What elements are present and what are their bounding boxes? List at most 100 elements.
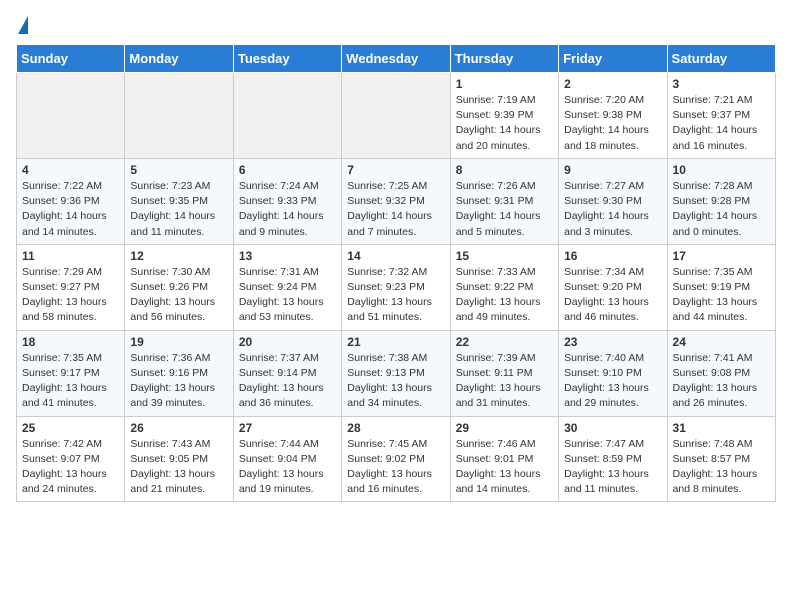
day-number: 25	[22, 421, 119, 435]
day-info: Sunrise: 7:25 AMSunset: 9:32 PMDaylight:…	[347, 179, 444, 240]
day-number: 31	[673, 421, 770, 435]
weekday-header-wednesday: Wednesday	[342, 45, 450, 73]
day-info: Sunrise: 7:21 AMSunset: 9:37 PMDaylight:…	[673, 93, 770, 154]
day-info: Sunrise: 7:26 AMSunset: 9:31 PMDaylight:…	[456, 179, 553, 240]
day-info: Sunrise: 7:36 AMSunset: 9:16 PMDaylight:…	[130, 351, 227, 412]
day-number: 9	[564, 163, 661, 177]
page-header	[16, 16, 776, 36]
day-number: 7	[347, 163, 444, 177]
calendar-header-row: SundayMondayTuesdayWednesdayThursdayFrid…	[17, 45, 776, 73]
calendar-day-cell: 12 Sunrise: 7:30 AMSunset: 9:26 PMDayligh…	[125, 244, 233, 330]
calendar-day-cell: 18Sunrise: 7:35 AMSunset: 9:17 PMDayligh…	[17, 330, 125, 416]
day-info: Sunrise: 7:45 AMSunset: 9:02 PMDaylight:…	[347, 437, 444, 498]
day-number: 26	[130, 421, 227, 435]
day-info: Sunrise: 7:42 AMSunset: 9:07 PMDaylight:…	[22, 437, 119, 498]
calendar-week-row: 18Sunrise: 7:35 AMSunset: 9:17 PMDayligh…	[17, 330, 776, 416]
day-info: Sunrise: 7:19 AMSunset: 9:39 PMDaylight:…	[456, 93, 553, 154]
calendar-day-cell: 30Sunrise: 7:47 AMSunset: 8:59 PMDayligh…	[559, 416, 667, 502]
day-info: Sunrise: 7:44 AMSunset: 9:04 PMDaylight:…	[239, 437, 336, 498]
day-info: Sunrise: 7:35 AMSunset: 9:17 PMDaylight:…	[22, 351, 119, 412]
calendar-day-cell: 9 Sunrise: 7:27 AMSunset: 9:30 PMDaylight…	[559, 158, 667, 244]
weekday-header-friday: Friday	[559, 45, 667, 73]
day-number: 22	[456, 335, 553, 349]
calendar-day-cell: 5 Sunrise: 7:23 AMSunset: 9:35 PMDaylight…	[125, 158, 233, 244]
calendar-day-cell	[17, 73, 125, 159]
calendar-week-row: 11Sunrise: 7:29 AMSunset: 9:27 PMDayligh…	[17, 244, 776, 330]
calendar-day-cell: 20 Sunrise: 7:37 AMSunset: 9:14 PMDayligh…	[233, 330, 341, 416]
day-number: 8	[456, 163, 553, 177]
day-info: Sunrise: 7:48 AMSunset: 8:57 PMDaylight:…	[673, 437, 770, 498]
calendar-day-cell: 26 Sunrise: 7:43 AMSunset: 9:05 PMDayligh…	[125, 416, 233, 502]
calendar-day-cell: 29Sunrise: 7:46 AMSunset: 9:01 PMDayligh…	[450, 416, 558, 502]
day-number: 27	[239, 421, 336, 435]
calendar-day-cell: 22Sunrise: 7:39 AMSunset: 9:11 PMDayligh…	[450, 330, 558, 416]
calendar-day-cell: 24Sunrise: 7:41 AMSunset: 9:08 PMDayligh…	[667, 330, 775, 416]
day-info: Sunrise: 7:24 AMSunset: 9:33 PMDaylight:…	[239, 179, 336, 240]
calendar-day-cell: 15 Sunrise: 7:33 AMSunset: 9:22 PMDayligh…	[450, 244, 558, 330]
day-info: Sunrise: 7:23 AMSunset: 9:35 PMDaylight:…	[130, 179, 227, 240]
calendar-day-cell: 21 Sunrise: 7:38 AMSunset: 9:13 PMDayligh…	[342, 330, 450, 416]
day-info: Sunrise: 7:32 AMSunset: 9:23 PMDaylight:…	[347, 265, 444, 326]
calendar-day-cell: 23 Sunrise: 7:40 AMSunset: 9:10 PMDayligh…	[559, 330, 667, 416]
day-number: 15	[456, 249, 553, 263]
day-info: Sunrise: 7:33 AMSunset: 9:22 PMDaylight:…	[456, 265, 553, 326]
day-info: Sunrise: 7:37 AMSunset: 9:14 PMDaylight:…	[239, 351, 336, 412]
day-number: 23	[564, 335, 661, 349]
calendar-day-cell: 4Sunrise: 7:22 AMSunset: 9:36 PMDaylight…	[17, 158, 125, 244]
day-info: Sunrise: 7:43 AMSunset: 9:05 PMDaylight:…	[130, 437, 227, 498]
calendar-day-cell: 14 Sunrise: 7:32 AMSunset: 9:23 PMDayligh…	[342, 244, 450, 330]
day-info: Sunrise: 7:40 AMSunset: 9:10 PMDaylight:…	[564, 351, 661, 412]
day-number: 20	[239, 335, 336, 349]
calendar-day-cell	[342, 73, 450, 159]
calendar-week-row: 1 Sunrise: 7:19 AMSunset: 9:39 PMDaylight…	[17, 73, 776, 159]
calendar-day-cell	[125, 73, 233, 159]
day-info: Sunrise: 7:46 AMSunset: 9:01 PMDaylight:…	[456, 437, 553, 498]
day-info: Sunrise: 7:31 AMSunset: 9:24 PMDaylight:…	[239, 265, 336, 326]
calendar-day-cell: 3Sunrise: 7:21 AMSunset: 9:37 PMDaylight…	[667, 73, 775, 159]
day-number: 5	[130, 163, 227, 177]
day-info: Sunrise: 7:34 AMSunset: 9:20 PMDaylight:…	[564, 265, 661, 326]
day-number: 1	[456, 77, 553, 91]
calendar-day-cell: 16 Sunrise: 7:34 AMSunset: 9:20 PMDayligh…	[559, 244, 667, 330]
day-number: 17	[673, 249, 770, 263]
day-number: 21	[347, 335, 444, 349]
calendar-week-row: 25 Sunrise: 7:42 AMSunset: 9:07 PMDayligh…	[17, 416, 776, 502]
calendar-day-cell: 19 Sunrise: 7:36 AMSunset: 9:16 PMDayligh…	[125, 330, 233, 416]
day-info: Sunrise: 7:38 AMSunset: 9:13 PMDaylight:…	[347, 351, 444, 412]
day-number: 19	[130, 335, 227, 349]
day-info: Sunrise: 7:27 AMSunset: 9:30 PMDaylight:…	[564, 179, 661, 240]
day-number: 16	[564, 249, 661, 263]
calendar-day-cell: 7 Sunrise: 7:25 AMSunset: 9:32 PMDaylight…	[342, 158, 450, 244]
weekday-header-tuesday: Tuesday	[233, 45, 341, 73]
day-number: 2	[564, 77, 661, 91]
day-number: 10	[673, 163, 770, 177]
calendar-day-cell: 13 Sunrise: 7:31 AMSunset: 9:24 PMDayligh…	[233, 244, 341, 330]
calendar-day-cell: 10 Sunrise: 7:28 AMSunset: 9:28 PMDayligh…	[667, 158, 775, 244]
calendar-day-cell: 28 Sunrise: 7:45 AMSunset: 9:02 PMDayligh…	[342, 416, 450, 502]
day-info: Sunrise: 7:29 AMSunset: 9:27 PMDaylight:…	[22, 265, 119, 326]
calendar-week-row: 4Sunrise: 7:22 AMSunset: 9:36 PMDaylight…	[17, 158, 776, 244]
calendar-day-cell: 31 Sunrise: 7:48 AMSunset: 8:57 PMDayligh…	[667, 416, 775, 502]
calendar-day-cell: 25 Sunrise: 7:42 AMSunset: 9:07 PMDayligh…	[17, 416, 125, 502]
day-number: 30	[564, 421, 661, 435]
calendar-table: SundayMondayTuesdayWednesdayThursdayFrid…	[16, 44, 776, 502]
calendar-day-cell: 6Sunrise: 7:24 AMSunset: 9:33 PMDaylight…	[233, 158, 341, 244]
day-info: Sunrise: 7:20 AMSunset: 9:38 PMDaylight:…	[564, 93, 661, 154]
day-number: 14	[347, 249, 444, 263]
day-number: 13	[239, 249, 336, 263]
calendar-day-cell: 17 Sunrise: 7:35 AMSunset: 9:19 PMDayligh…	[667, 244, 775, 330]
day-info: Sunrise: 7:28 AMSunset: 9:28 PMDaylight:…	[673, 179, 770, 240]
day-number: 24	[673, 335, 770, 349]
weekday-header-thursday: Thursday	[450, 45, 558, 73]
day-number: 12	[130, 249, 227, 263]
logo	[16, 16, 28, 36]
calendar-day-cell: 11Sunrise: 7:29 AMSunset: 9:27 PMDayligh…	[17, 244, 125, 330]
day-number: 4	[22, 163, 119, 177]
day-info: Sunrise: 7:35 AMSunset: 9:19 PMDaylight:…	[673, 265, 770, 326]
calendar-day-cell: 27 Sunrise: 7:44 AMSunset: 9:04 PMDayligh…	[233, 416, 341, 502]
day-info: Sunrise: 7:30 AMSunset: 9:26 PMDaylight:…	[130, 265, 227, 326]
day-number: 28	[347, 421, 444, 435]
calendar-day-cell: 2 Sunrise: 7:20 AMSunset: 9:38 PMDaylight…	[559, 73, 667, 159]
weekday-header-saturday: Saturday	[667, 45, 775, 73]
calendar-day-cell	[233, 73, 341, 159]
